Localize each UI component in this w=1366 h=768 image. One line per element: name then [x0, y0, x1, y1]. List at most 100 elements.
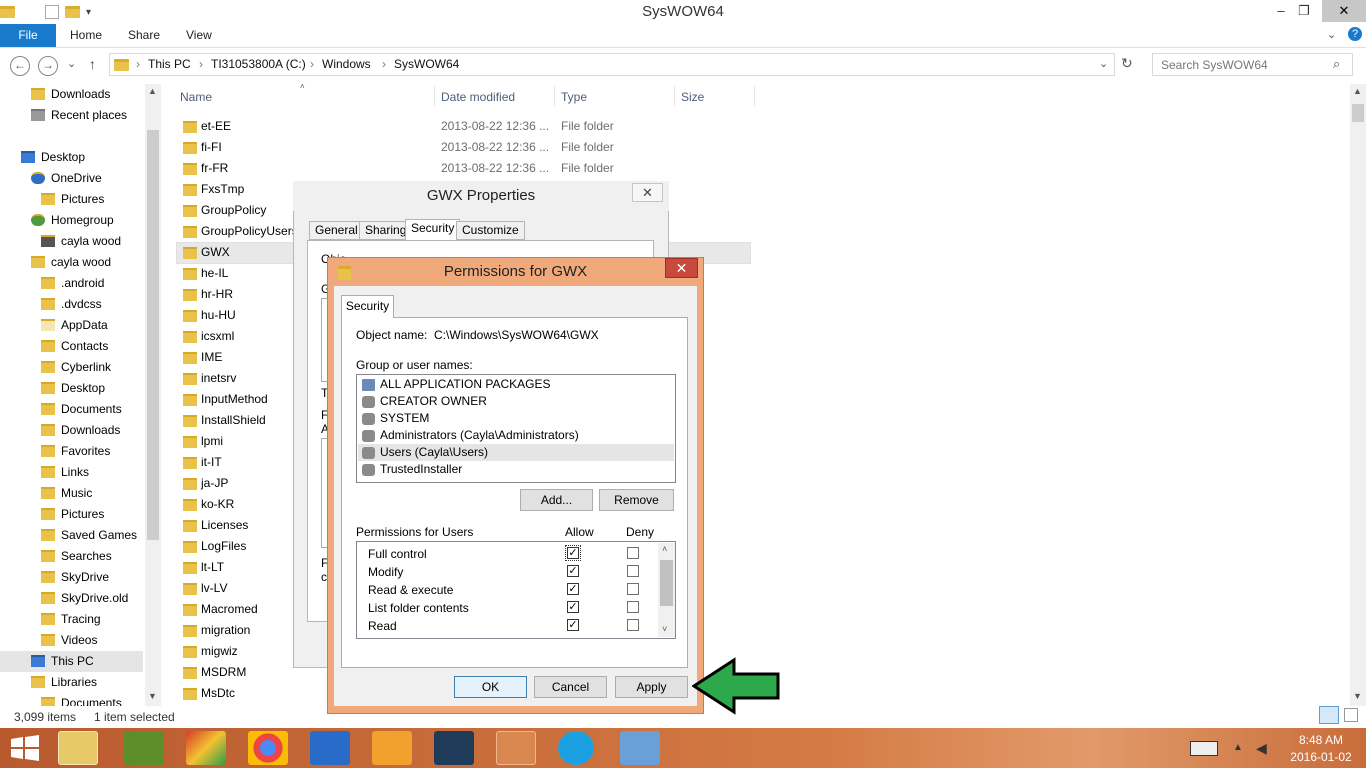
tab-security[interactable]: Security — [341, 295, 394, 318]
file-row[interactable]: fi-FI 2013-08-22 12:36 ... File folder — [170, 137, 750, 158]
nav-item[interactable]: .dvdcss — [41, 294, 102, 315]
column-name[interactable]: Name — [180, 90, 212, 104]
expand-ribbon-icon[interactable]: ⌄ — [1327, 28, 1336, 41]
nav-item-this-pc[interactable]: This PC — [0, 651, 143, 672]
column-size[interactable]: Size — [681, 90, 704, 104]
nav-item[interactable]: Documents — [41, 693, 122, 706]
search-input[interactable]: Search SysWOW64 — [1152, 53, 1353, 76]
nav-item[interactable]: Pictures — [41, 189, 104, 210]
tab-home[interactable]: Home — [70, 24, 102, 47]
scroll-down-icon[interactable]: ˅ — [662, 624, 667, 634]
file-row[interactable]: fr-FR 2013-08-22 12:36 ... File folder — [170, 158, 750, 179]
nav-item[interactable]: .android — [41, 273, 104, 294]
nav-item[interactable]: Contacts — [41, 336, 108, 357]
nav-item[interactable]: Recent places — [31, 105, 127, 126]
file-row[interactable]: et-EE 2013-08-22 12:36 ... File folder — [170, 116, 750, 137]
properties-close-button[interactable]: ✕ — [632, 183, 663, 202]
ok-button[interactable]: OK — [454, 676, 527, 698]
permissions-scrollbar-thumb[interactable] — [660, 560, 673, 606]
up-button[interactable]: ↑ — [89, 56, 96, 72]
breadcrumb-drive[interactable]: TI31053800A (C:) — [211, 57, 306, 71]
refresh-button[interactable]: ↻ — [1121, 55, 1133, 72]
tab-file[interactable]: File — [0, 24, 56, 47]
group-item[interactable]: Administrators (Cayla\Administrators) — [358, 427, 674, 444]
allow-read-execute-checkbox[interactable]: ✓ — [567, 583, 579, 595]
close-button[interactable]: ✕ — [1322, 0, 1366, 22]
apply-button[interactable]: Apply — [615, 676, 688, 698]
show-hidden-icons[interactable]: ▲ — [1233, 742, 1243, 753]
tab-general[interactable]: General — [309, 221, 364, 240]
skype-icon[interactable] — [558, 731, 594, 765]
nav-item[interactable]: SkyDrive — [41, 567, 109, 588]
scroll-up-icon[interactable]: ▲ — [1353, 86, 1362, 96]
app-icon[interactable] — [186, 731, 226, 765]
start-button[interactable] — [11, 735, 39, 761]
permissions-close-button[interactable]: ✕ — [665, 258, 698, 278]
nav-scrollbar-thumb[interactable] — [147, 130, 159, 540]
scroll-up-icon[interactable]: ˄ — [662, 544, 667, 554]
scroll-down-icon[interactable]: ▼ — [1353, 691, 1362, 701]
nav-item[interactable]: SkyDrive.old — [41, 588, 128, 609]
tab-security[interactable]: Security — [405, 219, 461, 241]
large-icons-view-icon[interactable] — [1344, 708, 1358, 722]
remove-button[interactable]: Remove — [599, 489, 674, 511]
deny-list-folder-checkbox[interactable] — [627, 601, 639, 613]
file-list-scrollbar-thumb[interactable] — [1352, 104, 1364, 122]
volume-icon[interactable]: ◀ — [1256, 740, 1267, 757]
help-icon[interactable]: ? — [1348, 27, 1362, 41]
nav-item[interactable]: Documents — [41, 399, 122, 420]
tab-share[interactable]: Share — [128, 24, 160, 47]
search-icon[interactable]: ⌕ — [1333, 56, 1340, 72]
chrome-icon[interactable] — [248, 731, 288, 765]
nav-item[interactable]: Videos — [41, 630, 97, 651]
column-type[interactable]: Type — [561, 90, 587, 104]
nav-item[interactable]: cayla wood — [31, 252, 111, 273]
nav-item[interactable]: Links — [41, 462, 89, 483]
allow-modify-checkbox[interactable]: ✓ — [567, 565, 579, 577]
nav-item[interactable]: Saved Games — [41, 525, 137, 546]
scroll-up-icon[interactable]: ▲ — [148, 86, 157, 96]
recent-locations-button[interactable]: ⌄ — [67, 57, 76, 70]
details-view-icon[interactable] — [1319, 706, 1339, 724]
nav-item[interactable]: OneDrive — [31, 168, 102, 189]
nav-item[interactable]: AppData — [41, 315, 108, 336]
group-item-selected[interactable]: Users (Cayla\Users) — [358, 444, 674, 461]
breadcrumb-windows[interactable]: Windows — [322, 57, 371, 71]
add-button[interactable]: Add... — [520, 489, 593, 511]
nav-item[interactable]: Favorites — [41, 441, 110, 462]
paint-icon[interactable] — [620, 731, 660, 765]
breadcrumb-this-pc[interactable]: This PC — [148, 57, 191, 71]
cancel-button[interactable]: Cancel — [534, 676, 607, 698]
tab-view[interactable]: View — [186, 24, 212, 47]
app-icon[interactable] — [496, 731, 536, 765]
group-item[interactable]: CREATOR OWNER — [358, 393, 674, 410]
tab-customize[interactable]: Customize — [456, 221, 525, 240]
keyboard-icon[interactable] — [1190, 741, 1218, 756]
wordweb-icon[interactable] — [124, 731, 164, 765]
allow-list-folder-checkbox[interactable]: ✓ — [567, 601, 579, 613]
maximize-button[interactable]: ❐ — [1290, 0, 1318, 22]
nav-item[interactable]: Desktop — [21, 147, 85, 168]
malwarebytes-icon[interactable] — [310, 731, 350, 765]
nav-item[interactable]: Homegroup — [31, 210, 114, 231]
address-dropdown-icon[interactable]: ⌄ — [1099, 57, 1108, 70]
group-item[interactable]: ALL APPLICATION PACKAGES — [358, 376, 674, 393]
video-app-icon[interactable] — [434, 731, 474, 765]
nav-item[interactable]: Desktop — [41, 378, 105, 399]
nav-item[interactable]: Music — [41, 483, 92, 504]
clock-date[interactable]: 2016-01-02 — [1287, 750, 1355, 764]
nav-item[interactable]: Tracing — [41, 609, 101, 630]
file-list-scrollbar[interactable] — [1350, 84, 1366, 706]
deny-read-execute-checkbox[interactable] — [627, 583, 639, 595]
scroll-down-icon[interactable]: ▼ — [148, 691, 157, 701]
nav-item[interactable]: Pictures — [41, 504, 104, 525]
nav-item[interactable]: Downloads — [31, 84, 110, 105]
deny-read-checkbox[interactable] — [627, 619, 639, 631]
group-item[interactable]: SYSTEM — [358, 410, 674, 427]
deny-full-control-checkbox[interactable] — [627, 547, 639, 559]
nav-item[interactable]: Downloads — [41, 420, 120, 441]
allow-read-checkbox[interactable]: ✓ — [567, 619, 579, 631]
group-item[interactable]: TrustedInstaller — [358, 461, 674, 478]
nav-item[interactable]: Cyberlink — [41, 357, 111, 378]
clock-time[interactable]: 8:48 AM — [1287, 733, 1355, 747]
